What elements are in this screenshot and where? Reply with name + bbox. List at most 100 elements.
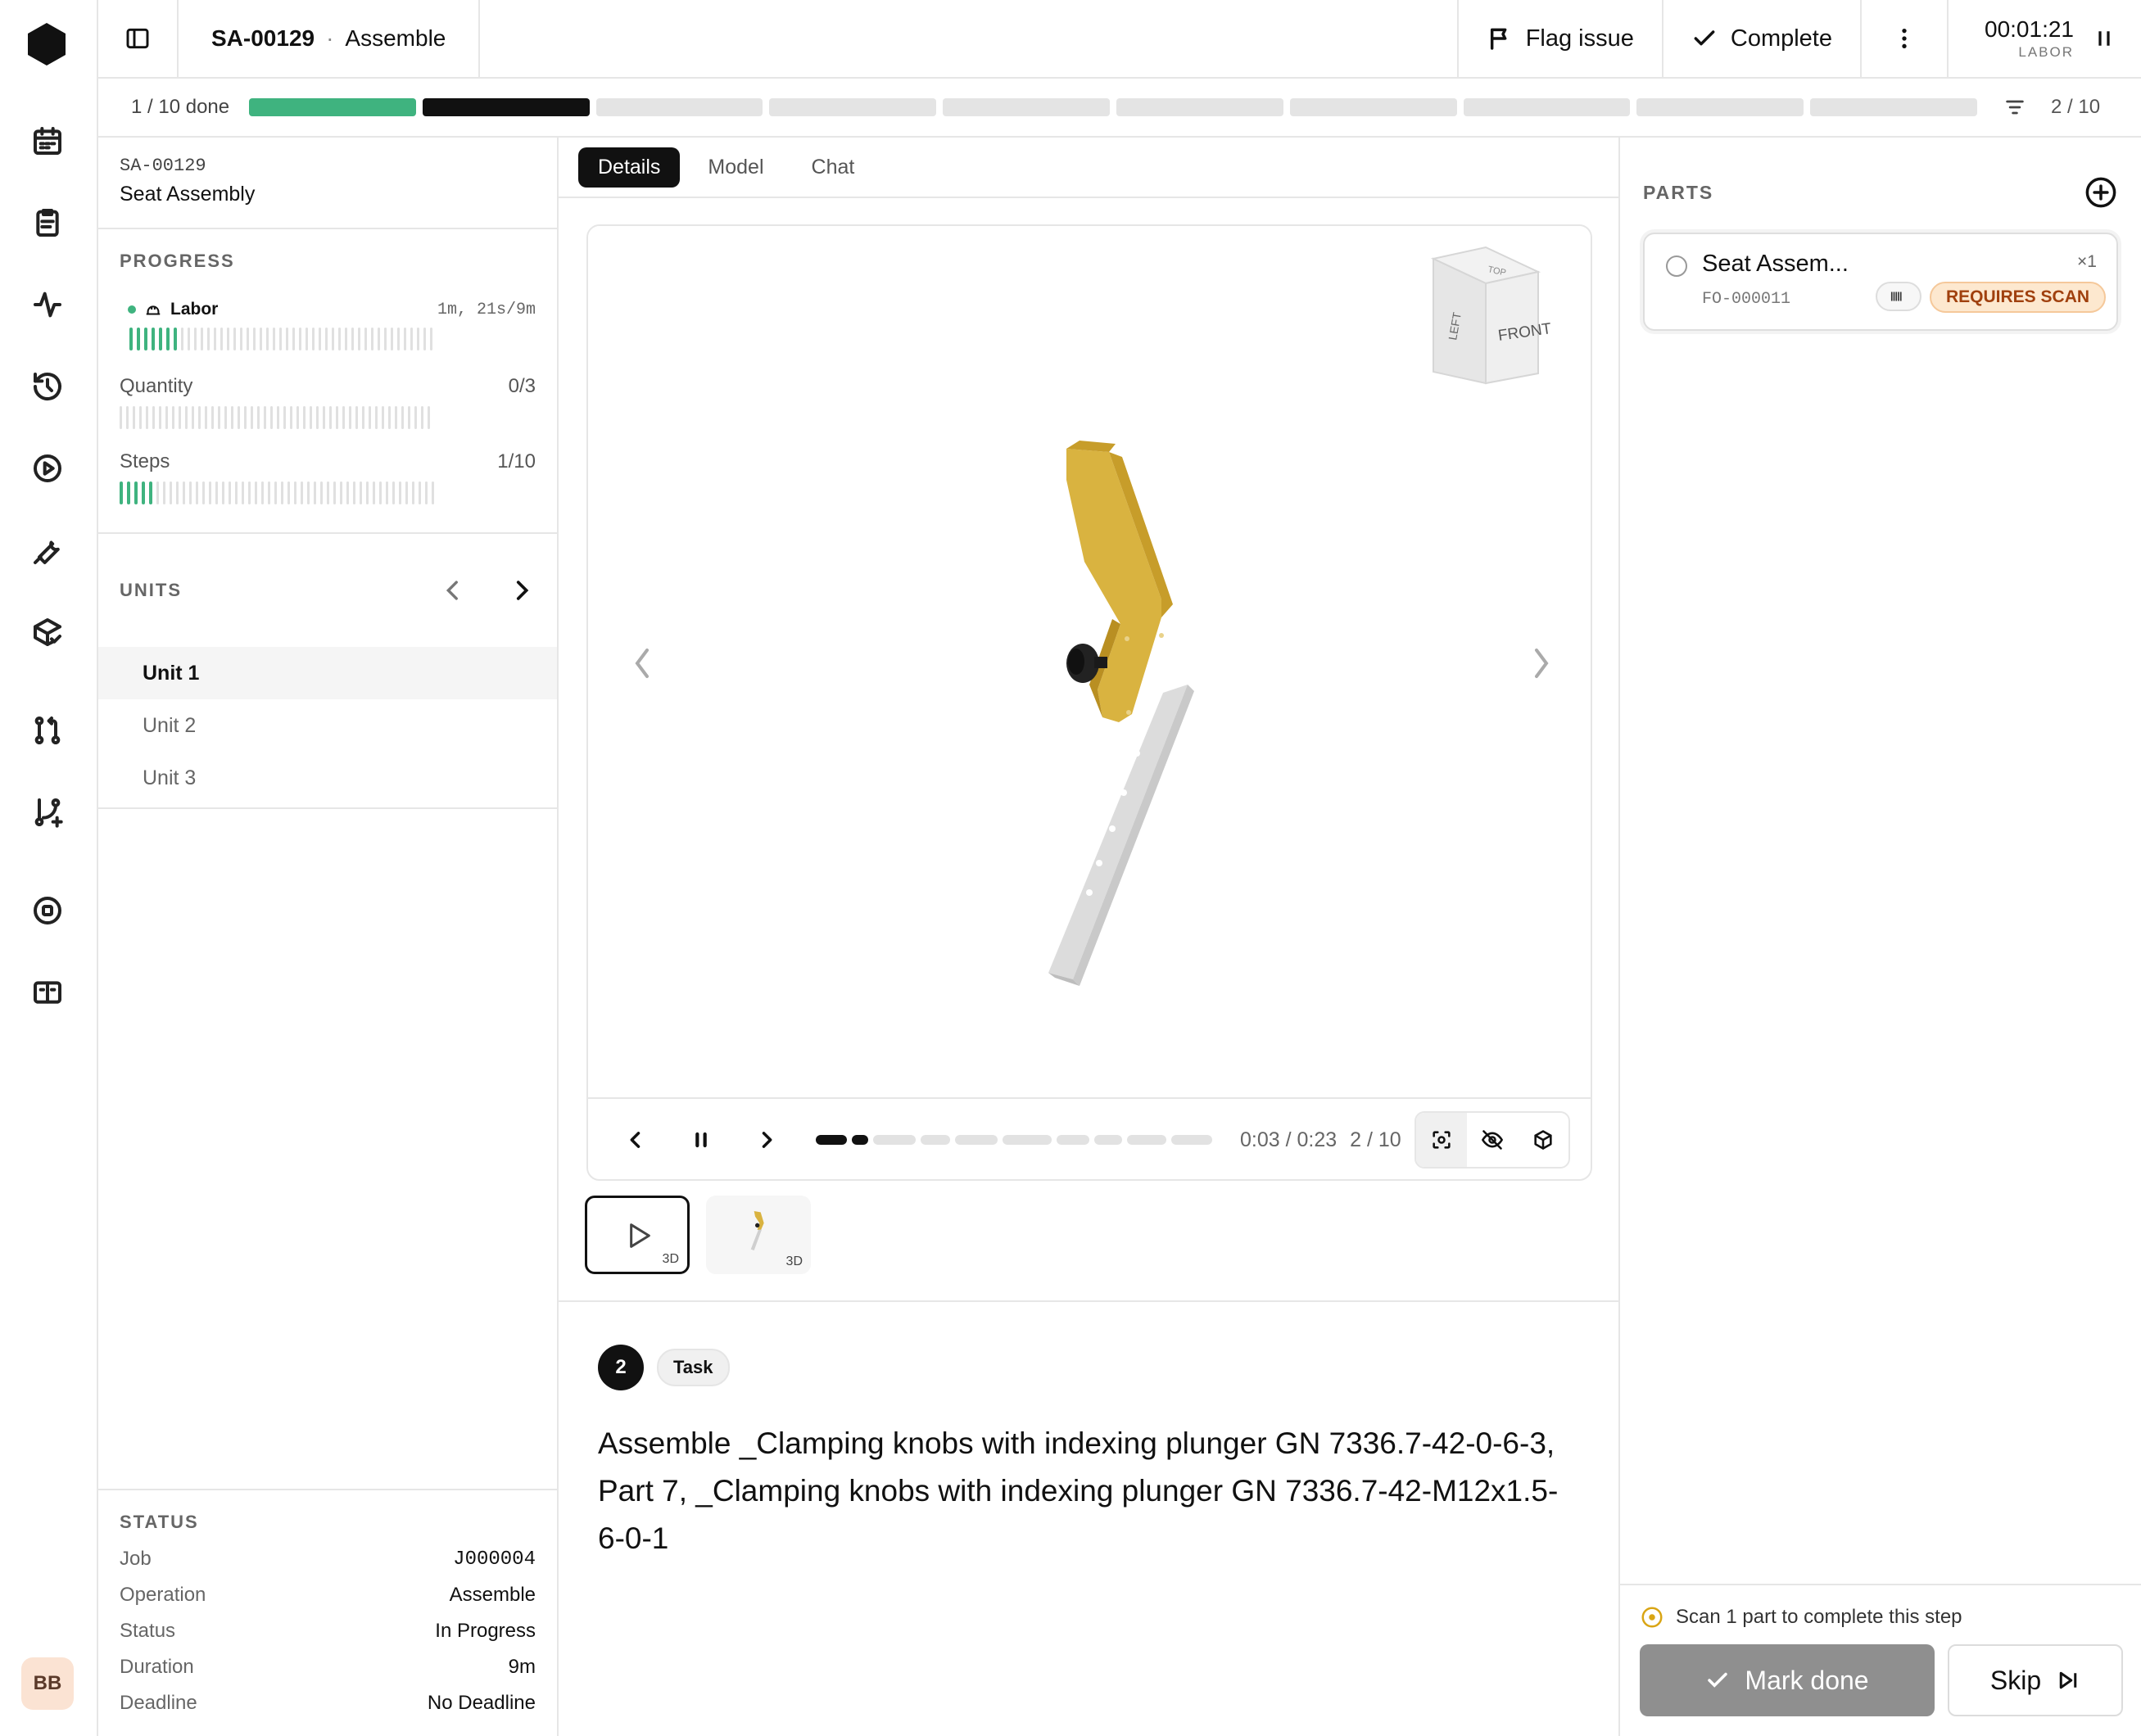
meter-tick [397, 328, 400, 350]
step-segment[interactable] [249, 98, 416, 116]
chevron-left-icon[interactable] [439, 576, 467, 604]
play-circle-icon[interactable] [29, 450, 66, 486]
step-segment[interactable] [1463, 98, 1631, 116]
unit-item[interactable]: Unit 2 [98, 699, 557, 752]
view-cube[interactable]: TOP LEFT FRONT [1430, 246, 1553, 385]
meter-tick [412, 481, 414, 504]
unit-item[interactable]: Unit 3 [98, 752, 557, 804]
thumbnail-model[interactable]: 3D [706, 1196, 811, 1274]
next-step-button[interactable] [750, 1123, 783, 1156]
meter-tick [274, 481, 277, 504]
step-segment[interactable] [769, 98, 937, 116]
step-position: 2 / 10 [2051, 96, 2101, 118]
prev-step-button[interactable] [619, 1123, 652, 1156]
part-card[interactable]: Seat Assem... FO-000011 ×1 REQUIRES SCAN [1643, 233, 2118, 331]
meter-tick [410, 328, 413, 350]
3d-viewport[interactable]: TOP LEFT FRONT [588, 226, 1591, 1097]
thumbnail-animation[interactable]: 3D [585, 1196, 690, 1274]
scrubber-segment[interactable] [873, 1135, 916, 1145]
meter-tick [120, 481, 123, 504]
meter-tick [172, 406, 174, 429]
focus-tool-button[interactable] [1415, 1113, 1467, 1167]
meter-tick [373, 481, 375, 504]
model-tool-button[interactable] [1518, 1113, 1568, 1167]
complete-button[interactable]: Complete [1661, 0, 1860, 78]
flag-issue-button[interactable]: Flag issue [1456, 0, 1662, 78]
meter-tick [137, 328, 140, 350]
meter-tick [201, 328, 203, 350]
meter-tick [248, 481, 251, 504]
meter-tick [224, 406, 227, 429]
history-icon[interactable] [29, 368, 66, 405]
meter-tick [183, 481, 185, 504]
step-segment[interactable] [1116, 98, 1283, 116]
scrubber-segment[interactable] [852, 1135, 868, 1145]
tab-chat[interactable]: Chat [792, 147, 875, 188]
scrubber-segment[interactable] [816, 1135, 847, 1145]
meter-tick [139, 406, 142, 429]
tab-details[interactable]: Details [578, 147, 681, 188]
part-select-radio[interactable] [1666, 255, 1687, 277]
clipboard-icon[interactable] [29, 205, 66, 241]
skip-button[interactable]: Skip [1948, 1644, 2123, 1716]
scrubber-segment[interactable] [1003, 1135, 1052, 1145]
meter-tick [290, 406, 292, 429]
scrubber-segment[interactable] [955, 1135, 998, 1145]
playback-scrubber[interactable] [816, 1135, 1227, 1145]
scrubber-segment[interactable] [921, 1135, 950, 1145]
scrubber-segment[interactable] [1171, 1135, 1212, 1145]
app-logo-icon[interactable] [28, 23, 66, 66]
activity-icon[interactable] [29, 287, 66, 323]
calendar-icon[interactable] [29, 123, 66, 159]
labor-meter [120, 328, 536, 350]
meter-tick [129, 328, 133, 350]
step-segment[interactable] [943, 98, 1110, 116]
meter-tick [336, 406, 338, 429]
prev-view-arrow[interactable] [635, 649, 649, 678]
skip-forward-icon [2059, 1671, 2077, 1689]
step-segment[interactable] [1289, 98, 1457, 116]
meter-tick [233, 328, 236, 350]
meter-tick [417, 328, 419, 350]
meter-tick [364, 328, 367, 350]
stop-circle-icon[interactable] [29, 893, 66, 929]
wrench-icon[interactable] [29, 532, 66, 568]
meter-tick [142, 481, 145, 504]
scrubber-segment[interactable] [1057, 1135, 1089, 1145]
tab-model[interactable]: Model [688, 147, 783, 188]
meter-tick [207, 328, 210, 350]
step-segment[interactable] [595, 98, 763, 116]
center-panel: Details Model Chat TOP LEFT FRONT 0:03 /… [559, 138, 1620, 1736]
status-row: Deadline No Deadline [120, 1685, 536, 1721]
pull-request-icon[interactable] [29, 712, 66, 748]
filter-icon[interactable] [2003, 96, 2026, 119]
pause-icon[interactable] [2092, 26, 2116, 51]
meter-tick [358, 328, 360, 350]
book-open-icon[interactable] [29, 974, 66, 1010]
step-segment[interactable] [1636, 98, 1804, 116]
meter-tick [423, 328, 426, 350]
meter-tick [369, 406, 371, 429]
add-part-icon[interactable] [2084, 175, 2118, 210]
media-thumbnails: 3D 3D [585, 1196, 811, 1274]
hide-tool-button[interactable] [1467, 1113, 1518, 1167]
pause-button[interactable] [685, 1123, 717, 1156]
meter-tick [428, 406, 430, 429]
chevron-right-icon[interactable] [508, 576, 536, 604]
mark-done-button[interactable]: Mark done [1640, 1644, 1935, 1716]
sidebar-toggle-button[interactable] [98, 0, 179, 78]
barcode-icon[interactable] [1876, 282, 1921, 311]
unit-item[interactable]: Unit 1 [98, 647, 557, 699]
git-branch-icon[interactable] [29, 794, 66, 830]
status-value: Assemble [449, 1584, 536, 1606]
scrubber-segment[interactable] [1094, 1135, 1122, 1145]
meter-tick [222, 481, 224, 504]
package-check-icon[interactable] [29, 614, 66, 650]
step-segment[interactable] [1810, 98, 1977, 116]
step-segment[interactable] [422, 98, 590, 116]
next-view-arrow[interactable] [1535, 649, 1549, 678]
scrubber-segment[interactable] [1127, 1135, 1166, 1145]
meter-tick [133, 406, 135, 429]
avatar[interactable]: BB [21, 1657, 74, 1710]
more-menu-button[interactable] [1860, 0, 1947, 78]
